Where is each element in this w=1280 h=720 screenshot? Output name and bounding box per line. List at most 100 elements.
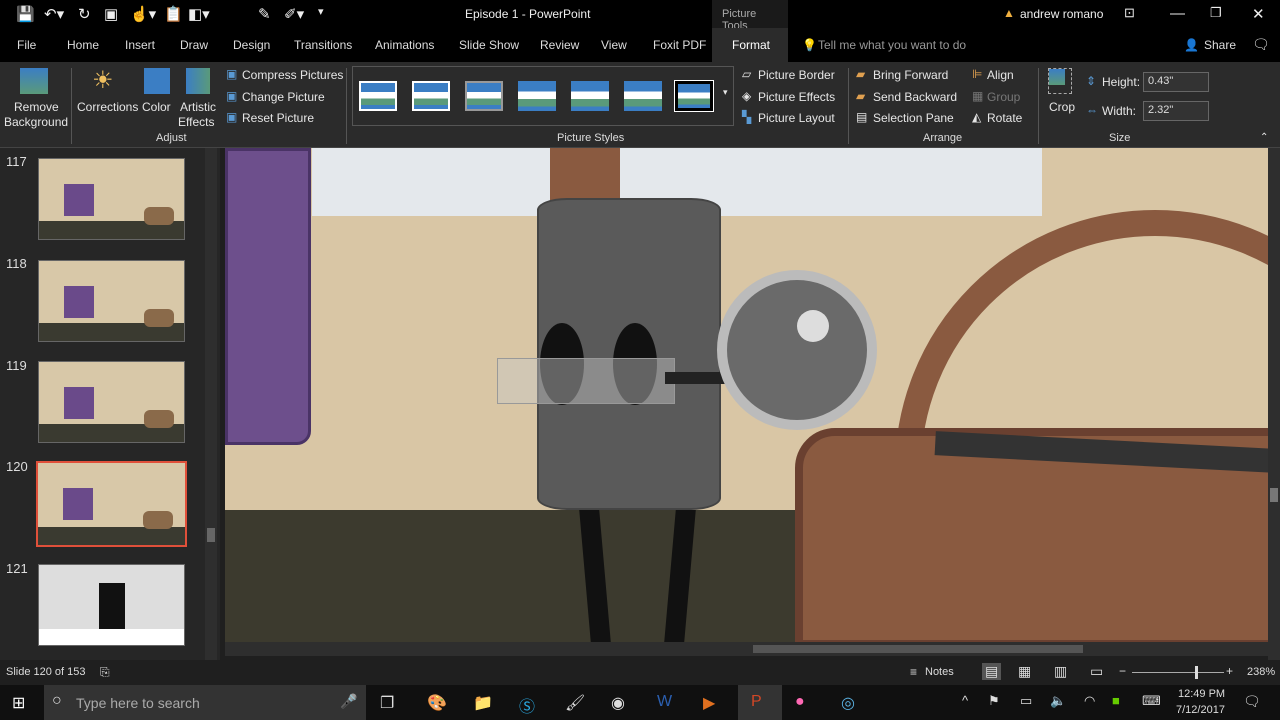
picture-style-6[interactable] xyxy=(624,81,662,111)
zoom-out-icon[interactable]: − xyxy=(1119,664,1126,678)
redo-icon[interactable]: ↻ xyxy=(78,5,91,23)
change-picture-button[interactable]: Change Picture xyxy=(242,90,325,104)
cortana-app-icon[interactable]: ◎ xyxy=(841,693,855,713)
height-input[interactable]: 0.43" xyxy=(1143,72,1209,92)
slide-thumbnail-119[interactable] xyxy=(38,361,185,443)
show-hidden-icons[interactable]: ^ xyxy=(962,693,968,708)
format-painter-icon[interactable]: ✎ xyxy=(258,5,271,23)
comments-icon[interactable]: 🗨 xyxy=(1252,36,1270,53)
notes-button[interactable]: Notes xyxy=(925,666,954,678)
tab-design[interactable]: Design xyxy=(233,38,270,52)
slide-thumbnail-121[interactable] xyxy=(38,564,185,646)
picture-layout-button[interactable]: Picture Layout xyxy=(758,111,835,125)
paste-icon[interactable]: 📋 xyxy=(164,5,183,23)
picture-style-1[interactable] xyxy=(359,81,397,111)
artistic-effects-label-2[interactable]: Effects xyxy=(178,115,214,129)
thumbnails-scrollbar[interactable] xyxy=(205,148,217,660)
close-icon[interactable]: ✕ xyxy=(1252,5,1265,23)
skype-icon[interactable]: Ⓢ xyxy=(519,693,535,717)
present-icon[interactable]: ▣ xyxy=(104,5,118,23)
zoom-level[interactable]: 238% xyxy=(1247,666,1275,678)
reading-view-icon[interactable]: ▥ xyxy=(1054,663,1067,680)
selection-pane-button[interactable]: Selection Pane xyxy=(873,111,954,125)
collapse-ribbon-icon[interactable]: ⌃ xyxy=(1260,132,1268,143)
rotate-button[interactable]: Rotate xyxy=(987,111,1022,125)
windows-start-icon[interactable]: ⊞ xyxy=(12,693,25,713)
gallery-more-icon[interactable]: ▾ xyxy=(723,87,728,98)
slide-horizontal-scrollbar[interactable] xyxy=(225,642,1268,656)
tray-icon[interactable]: ⚑ xyxy=(988,693,1000,709)
file-explorer-icon[interactable]: 📁 xyxy=(473,693,493,713)
tab-format[interactable]: Format xyxy=(712,28,788,62)
picture-style-5[interactable] xyxy=(571,81,609,111)
remove-background-label-2[interactable]: Background xyxy=(4,115,68,129)
crop-button[interactable]: Crop xyxy=(1049,100,1075,114)
share-icon[interactable]: 👤 xyxy=(1184,38,1199,52)
tab-review[interactable]: Review xyxy=(540,38,579,52)
crop-icon[interactable] xyxy=(1048,68,1072,94)
tab-draw[interactable]: Draw xyxy=(180,38,208,52)
picture-style-4[interactable] xyxy=(518,81,556,111)
wifi-icon[interactable]: ◠ xyxy=(1084,693,1095,709)
align-button[interactable]: Align xyxy=(987,68,1014,82)
corrections-icon[interactable]: ☀ xyxy=(92,66,114,95)
save-icon[interactable]: 💾 xyxy=(16,5,35,23)
clock-date[interactable]: 7/12/2017 xyxy=(1176,704,1225,716)
slide-thumbnail-118[interactable] xyxy=(38,260,185,342)
zoom-in-icon[interactable]: + xyxy=(1226,664,1233,678)
user-name[interactable]: andrew romano xyxy=(1020,7,1103,21)
customize-qat-icon[interactable]: ▾ xyxy=(318,5,324,18)
touch-mode-icon[interactable]: ☝▾ xyxy=(130,5,156,23)
remove-background-label[interactable]: Remove xyxy=(14,100,59,114)
picture-border-button[interactable]: Picture Border xyxy=(758,68,835,82)
tab-insert[interactable]: Insert xyxy=(125,38,155,52)
paint-icon[interactable]: 🖌 xyxy=(565,693,585,713)
compress-pictures-button[interactable]: Compress Pictures xyxy=(242,68,343,82)
tell-me-input[interactable]: Tell me what you want to do xyxy=(818,38,966,52)
tab-home[interactable]: Home xyxy=(67,38,99,52)
ribbon-display-icon[interactable]: ⊡ xyxy=(1124,5,1135,21)
corrections-button[interactable]: Corrections xyxy=(77,100,138,114)
tray-app-icon[interactable]: ■ xyxy=(1112,693,1120,708)
spelling-icon[interactable]: ⎘ xyxy=(100,665,110,680)
selected-picture[interactable] xyxy=(497,358,675,404)
task-view-icon[interactable]: ❐ xyxy=(380,693,394,713)
tab-view[interactable]: View xyxy=(601,38,627,52)
picture-style-3[interactable] xyxy=(465,81,503,111)
layout-icon[interactable]: ◧▾ xyxy=(188,5,210,23)
reset-picture-button[interactable]: Reset Picture xyxy=(242,111,314,125)
slide-canvas[interactable] xyxy=(225,148,1268,642)
microphone-icon[interactable]: 🎤 xyxy=(340,693,357,710)
slideshow-view-icon[interactable]: ▭ xyxy=(1090,663,1103,680)
color-button[interactable]: Color xyxy=(142,100,171,114)
tab-animations[interactable]: Animations xyxy=(375,38,434,52)
tab-file[interactable]: File xyxy=(17,38,36,52)
slide-thumbnail-120-selected[interactable] xyxy=(36,461,187,547)
zoom-slider[interactable] xyxy=(1132,666,1224,679)
media-player-icon[interactable]: ▶ xyxy=(703,693,715,713)
search-placeholder[interactable]: Type here to search xyxy=(76,695,200,711)
picture-effects-button[interactable]: Picture Effects xyxy=(758,90,835,104)
keyboard-icon[interactable]: ⌨ xyxy=(1142,693,1161,709)
artistic-effects-button[interactable]: Artistic xyxy=(180,100,216,114)
app-icon[interactable]: 🎨 xyxy=(427,693,447,713)
action-center-icon[interactable]: 🗨 xyxy=(1243,693,1261,710)
clock-time[interactable]: 12:49 PM xyxy=(1178,688,1225,700)
picture-style-2[interactable] xyxy=(412,81,450,111)
powerpoint-taskbar-button[interactable]: P xyxy=(738,685,782,720)
normal-view-icon[interactable]: ▤ xyxy=(982,663,1002,680)
slide-vertical-scrollbar[interactable] xyxy=(1268,148,1280,660)
notes-icon[interactable]: ≡ xyxy=(910,665,917,679)
artistic-effects-icon[interactable] xyxy=(186,68,210,94)
volume-icon[interactable]: 🔈 xyxy=(1050,693,1066,709)
tab-transitions[interactable]: Transitions xyxy=(294,38,352,52)
osu-icon[interactable]: ● xyxy=(795,693,805,711)
send-backward-button[interactable]: Send Backward xyxy=(873,90,957,104)
picture-style-7[interactable] xyxy=(674,80,714,112)
width-input[interactable]: 2.32" xyxy=(1143,101,1209,121)
slide-thumbnail-117[interactable] xyxy=(38,158,185,240)
color-icon[interactable] xyxy=(144,68,170,94)
undo-icon[interactable]: ↶▾ xyxy=(44,5,64,23)
remove-background-icon[interactable] xyxy=(20,68,48,94)
word-icon[interactable]: W xyxy=(657,693,672,711)
